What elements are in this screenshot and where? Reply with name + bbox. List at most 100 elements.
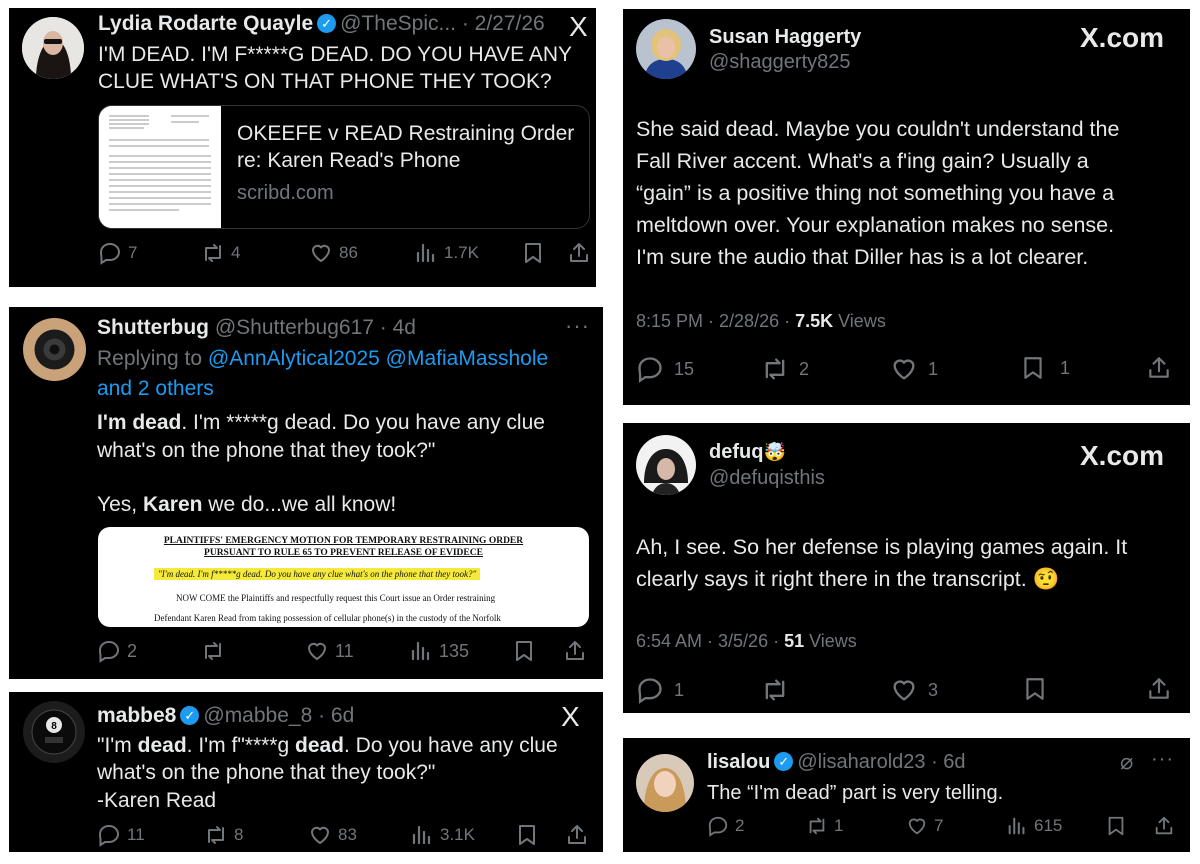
like-button[interactable]: 11 [305,639,354,663]
views-button[interactable]: 3.1K [410,823,475,847]
verified-badge-icon: ✓ [774,752,794,771]
tweet-text-line: I'm sure the audio that Diller has is a … [636,245,1089,269]
tweet-text-line1: Ah, I see. So her defense is playing gam… [636,535,1128,559]
views-count: 1.7K [444,243,479,262]
handle-time[interactable]: @lisaharold23 · 6d [797,751,965,773]
verified-badge-icon: ✓ [180,706,200,725]
views-button[interactable]: 1.7K [414,241,479,265]
handle-time[interactable]: @TheSpic... · 2/27/26 [340,12,545,35]
doc-highlight: "I'm dead. I'm f*****g dead. Do you have… [154,568,481,580]
bookmark-icon [512,639,536,663]
author-name[interactable]: defuq [709,441,763,463]
grok-icon[interactable]: ⌀ [1120,749,1133,775]
tweet-lisalou[interactable]: lisalou ✓ @lisaharold23 · 6d ⌀ ··· The “I'… [623,738,1190,852]
handle-time[interactable]: @Shutterbug617 · 4d [215,316,416,339]
raised-eyebrow-emoji: 🤨 [1032,567,1060,591]
text-bold: dead [295,734,345,757]
share-button[interactable] [1146,355,1172,381]
link-card[interactable]: OKEEFE v READ Restraining Order re: Kare… [98,105,590,229]
repost-button[interactable]: 4 [201,241,240,265]
reply-count: 2 [127,640,138,661]
author-name[interactable]: Susan Haggerty [709,26,861,49]
tweet-timestamp[interactable]: 8:15 PM · 2/28/26 · [636,311,795,331]
like-button[interactable]: 3 [890,676,938,704]
author-name[interactable]: mabbe8 [97,704,176,727]
author-name[interactable]: Lydia Rodarte Quayle [98,12,313,35]
reply-button[interactable]: 2 [97,639,137,663]
repost-button[interactable] [761,676,799,704]
avatar[interactable] [636,19,696,79]
handle-time[interactable]: @mabbe_8 · 6d [203,704,354,727]
avatar[interactable] [22,17,84,79]
views-label: Views [833,311,886,331]
like-button[interactable]: 86 [309,241,358,265]
views-button[interactable]: 135 [409,639,469,663]
reply-icon [636,676,664,704]
svg-text:8: 8 [51,721,57,732]
views-icon [1006,815,1028,837]
tweet-text-line2: what's on the phone that they took?" [97,761,436,785]
share-button[interactable] [567,241,591,265]
share-button[interactable] [1146,676,1172,702]
doc-body2: Defendant Karen Read from taking possess… [154,613,501,623]
share-button[interactable] [565,823,589,847]
replying-more[interactable]: and 2 others [97,374,548,404]
document-image[interactable]: PLAINTIFFS' EMERGENCY MOTION FOR TEMPORA… [98,527,589,627]
reply-button[interactable]: 2 [707,815,744,837]
repost-icon [201,241,225,265]
tweet-text-line: meltdown over. Your explanation makes no… [636,213,1115,237]
repost-button[interactable]: 8 [204,823,243,847]
repost-button[interactable]: 1 [806,815,843,837]
author-handle[interactable]: @shaggerty825 [709,51,851,74]
reply-icon [97,823,121,847]
like-icon [305,639,329,663]
bookmark-button[interactable] [521,241,545,265]
share-icon [1146,676,1172,702]
tweet-defuq[interactable]: defuq🤯 @defuqisthis X.com Ah, I see. So … [623,423,1190,713]
tweet-text: The “I'm dead” part is very telling. [707,782,1004,804]
reply-button[interactable]: 1 [636,676,684,704]
author-name[interactable]: Shutterbug [97,316,209,339]
author-handle[interactable]: @defuqisthis [709,467,825,490]
tweet-timestamp[interactable]: 6:54 AM · 3/5/26 · [636,631,784,651]
views-count: 615 [1034,816,1063,835]
author-name[interactable]: lisalou [707,751,770,773]
tweet-shutterbug[interactable]: Shutterbug @Shutterbug617 · 4d ··· Reply… [9,307,603,679]
replying-targets[interactable]: @AnnAlytical2025 @MafiaMasshole [208,347,548,370]
repost-button[interactable] [201,639,231,663]
bookmark-button[interactable] [1022,676,1048,702]
views-count: 135 [439,640,470,661]
more-dots-icon[interactable]: ··· [565,313,590,339]
reply-count: 1 [674,679,685,700]
text-bold: dead [137,734,187,757]
share-button[interactable] [563,639,587,663]
bookmark-button[interactable] [1105,815,1127,837]
avatar[interactable] [636,435,696,495]
reply-button[interactable]: 11 [97,823,145,847]
bookmark-button[interactable] [515,823,539,847]
tweet-text-line2: CLUE WHAT'S ON THAT PHONE THEY TOOK? [98,70,552,94]
more-dots-icon[interactable]: ··· [1151,748,1174,771]
tweet-susan[interactable]: Susan Haggerty @shaggerty825 X.com She s… [623,9,1190,405]
bookmark-count: 1 [1060,357,1071,378]
reply-button[interactable]: 15 [636,355,694,383]
share-button[interactable] [1153,815,1175,837]
avatar[interactable] [23,318,86,381]
reply-button[interactable]: 7 [98,241,137,265]
tweet-mabbe8[interactable]: 8 mabbe8 ✓ @mabbe_8 · 6d X "I'm dead. I'm … [9,692,603,852]
share-icon [567,241,591,265]
like-button[interactable]: 7 [906,815,943,837]
views-button[interactable]: 615 [1006,815,1062,837]
card-domain: scribd.com [237,182,334,204]
bookmark-button[interactable]: 1 [1020,355,1070,381]
bookmark-button[interactable] [512,639,536,663]
like-count: 11 [335,640,354,661]
reply-icon [98,241,122,265]
like-button[interactable]: 83 [308,823,357,847]
tweet-lydia[interactable]: Lydia Rodarte Quayle ✓ @TheSpic... · 2/27/… [9,8,596,287]
avatar[interactable]: 8 [23,701,85,763]
repost-button[interactable]: 2 [761,355,809,383]
avatar[interactable] [636,754,694,812]
like-button[interactable]: 1 [890,355,938,383]
like-icon [890,355,918,383]
